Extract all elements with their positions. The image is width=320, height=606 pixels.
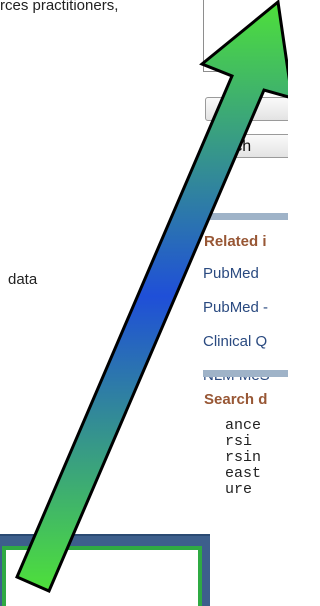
query-line: rsin: [225, 449, 262, 466]
search-button[interactable]: arch: [205, 134, 288, 158]
article-text-fragment: rces practitioners,: [0, 0, 119, 14]
related-info-heading: Related i: [204, 233, 267, 250]
search-details-query[interactable]: ance rsi rsin east ure: [225, 418, 288, 498]
page: rces practitioners, data to arch Related…: [0, 0, 288, 606]
related-info-list: PubMed PubMed - Clinical Q NLM MeS: [203, 265, 288, 401]
clipboard-textarea[interactable]: [203, 0, 288, 72]
query-line: ure: [225, 481, 253, 498]
article-text-data: data: [8, 271, 38, 288]
query-line: ance: [225, 418, 262, 434]
query-line: east: [225, 465, 262, 482]
bottom-panel: [0, 534, 210, 606]
related-link-pubmed-2[interactable]: PubMed -: [203, 299, 288, 333]
portlet-divider-2: [203, 370, 288, 377]
portlet-divider: [203, 213, 288, 220]
search-details-heading: Search d: [204, 391, 268, 408]
related-link-clinical[interactable]: Clinical Q: [203, 333, 288, 367]
add-to-button[interactable]: to: [205, 97, 288, 121]
query-line: rsi: [225, 433, 253, 450]
related-link-pubmed[interactable]: PubMed: [203, 265, 288, 299]
highlighted-box[interactable]: [2, 546, 202, 606]
